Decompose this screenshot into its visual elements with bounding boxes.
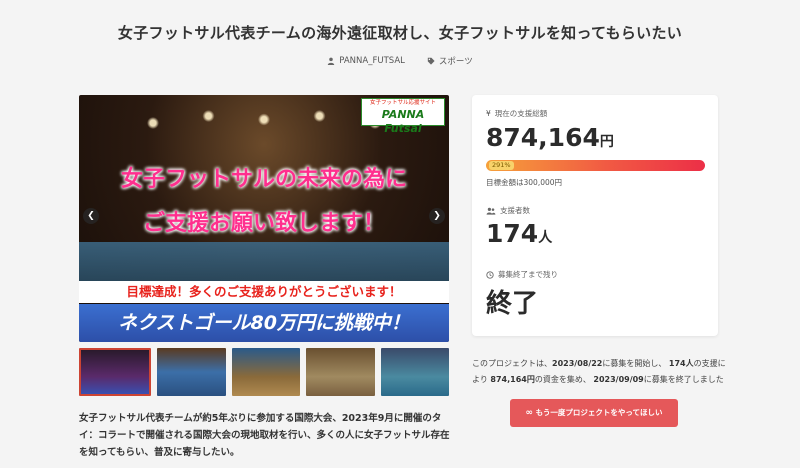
hero-band-next-goal: ネクストゴール80万円に挑戦中！ <box>79 304 449 342</box>
remaining-value: 終了 <box>486 289 539 319</box>
total-amount: 874,164円 <box>486 123 614 152</box>
total-label: 現在の支援総額 <box>494 109 548 118</box>
funding-stats-card: ¥ 現在の支援総額 874,164円 291% 目標金額は300,000円 支援… <box>472 95 718 336</box>
page-title: 女子フットサル代表チームの海外遠征取材し、女子フットサルを知ってもらいたい <box>117 24 683 42</box>
category-name: スポーツ <box>438 57 473 67</box>
total-label-row: ¥ 現在の支援総額 <box>486 108 547 119</box>
user-icon <box>328 57 335 65</box>
project-summary: このプロジェクトは、2023/08/22に募集を開始し、 174人の支援により … <box>472 359 726 384</box>
hero-headline-2: ご支援お願い致します！ <box>142 211 385 236</box>
progress-percent: 291% <box>489 161 514 170</box>
supporters-label-row: 支援者数 <box>486 205 530 216</box>
thumbnail-2[interactable] <box>157 348 226 396</box>
author-link[interactable]: PANNA_FUTSAL <box>327 55 405 67</box>
author-name: PANNA_FUTSAL <box>339 56 405 66</box>
chevron-left-icon: ❮ <box>87 211 95 221</box>
users-icon <box>486 207 496 215</box>
supporter-count-inline: 174人 <box>668 359 694 368</box>
chevron-right-icon: ❯ <box>433 211 441 221</box>
request-again-button[interactable]: ∞ もう一度プロジェクトをやってほしい <box>510 399 678 427</box>
carousel-next-button[interactable]: ❯ <box>429 208 445 224</box>
goal-amount: 目標金額は300,000円 <box>486 178 563 187</box>
tag-icon <box>427 57 435 65</box>
amount-inline: 874,164円 <box>490 375 535 384</box>
start-date: 2023/08/22 <box>552 359 603 368</box>
thumbnail-4[interactable] <box>306 348 375 396</box>
remaining-label-row: 募集終了まで残り <box>486 269 558 280</box>
end-date: 2023/09/09 <box>593 375 644 384</box>
hero-band-thanks: 目標達成！多くのご支援ありがとうございます！ <box>79 281 449 303</box>
supporters-label: 支援者数 <box>500 206 530 215</box>
remaining-label: 募集終了まで残り <box>498 270 558 279</box>
yen-icon: ¥ <box>486 109 491 118</box>
progress-bar: 291% <box>486 160 705 171</box>
infinity-icon: ∞ <box>525 408 533 418</box>
panna-futsal-logo: 女子フットサル応援サイト PANNA Futsal <box>361 98 445 135</box>
project-description: 女子フットサル代表チームが約5年ぶりに参加する国際大会、2023年9月に開催のタ… <box>79 413 450 458</box>
main-image-carousel[interactable]: 女子フットサル応援サイト PANNA Futsal 女子フットサルの未来の為に … <box>79 95 449 342</box>
project-meta: PANNA_FUTSAL スポーツ <box>0 55 800 67</box>
total-unit: 円 <box>599 134 614 150</box>
supporters-unit: 人 <box>538 230 553 246</box>
thumbnail-3[interactable] <box>231 348 301 396</box>
hero-headline-1: 女子フットサルの未来の為に <box>120 167 407 192</box>
request-again-label: もう一度プロジェクトをやってほしい <box>535 408 663 417</box>
thumbnail-5[interactable] <box>380 348 450 396</box>
carousel-prev-button[interactable]: ❮ <box>83 208 99 224</box>
thumbnail-strip <box>79 348 450 396</box>
thumbnail-1[interactable] <box>79 348 152 396</box>
supporters-value: 174 <box>486 219 539 248</box>
total-value: 874,164 <box>486 123 600 152</box>
supporters-count: 174人 <box>486 219 552 248</box>
clock-icon <box>486 270 494 279</box>
arena-court <box>79 242 449 282</box>
category-link[interactable]: スポーツ <box>427 55 473 67</box>
